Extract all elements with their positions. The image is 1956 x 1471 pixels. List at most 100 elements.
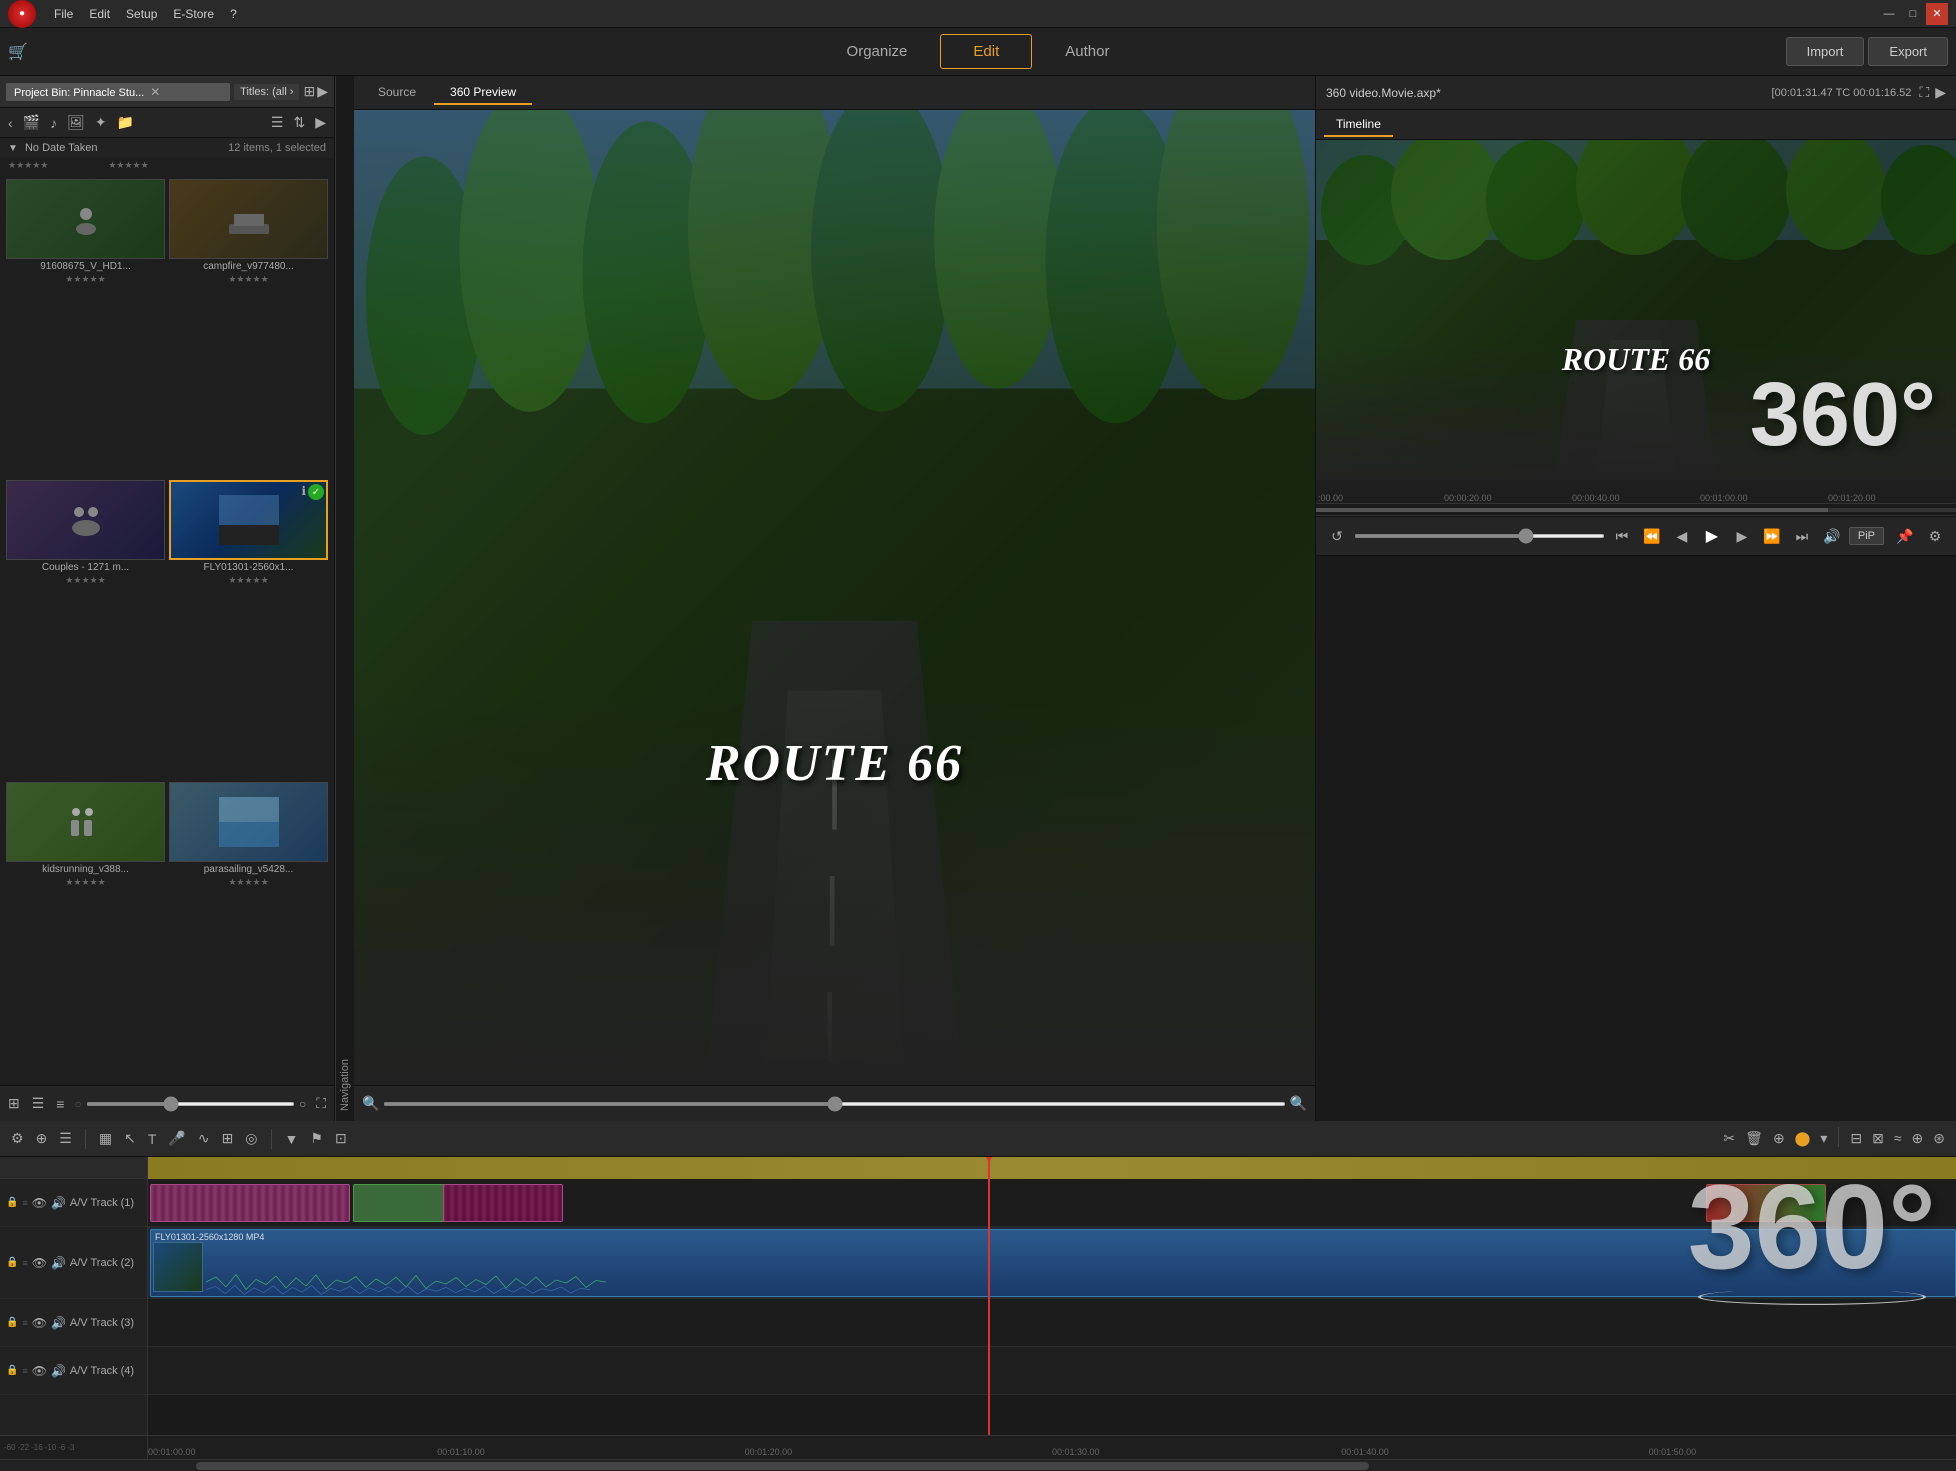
marker-icon[interactable]: ⚑	[307, 1127, 326, 1150]
lock-icon-av4[interactable]: 🔒	[6, 1365, 18, 1376]
trim-icon[interactable]: ⊠	[1869, 1127, 1887, 1150]
tl-settings-more[interactable]: ▾	[1817, 1127, 1830, 1150]
audio-icon-av2[interactable]: 🔊	[51, 1256, 66, 1270]
fullscreen-right-icon[interactable]: ⛶	[1919, 84, 1929, 101]
lock-icon-av3[interactable]: 🔒	[6, 1317, 18, 1328]
ripple-icon[interactable]: ≈	[1891, 1127, 1905, 1150]
pip-button[interactable]: PiP	[1849, 527, 1884, 545]
close-button[interactable]: ✕	[1926, 3, 1948, 25]
skip-back-icon[interactable]: ⏮	[1609, 523, 1635, 549]
media-item-2[interactable]: campfire_v977480... ★★★★★	[169, 179, 328, 476]
playhead-icon[interactable]: ▼	[282, 1128, 302, 1150]
track-area-2[interactable]: FLY01301-2560x1280 MP4	[148, 1227, 1956, 1299]
track-area-4[interactable]	[148, 1347, 1956, 1395]
forward-icon[interactable]: 🎬	[21, 112, 42, 133]
step-forward-icon[interactable]: ▶	[1729, 523, 1755, 549]
back-icon[interactable]: ‹	[6, 113, 15, 133]
lock-icon-av2[interactable]: 🔒	[6, 1257, 18, 1268]
timeline-menu-icon[interactable]: ☰	[56, 1127, 75, 1150]
wave-icon[interactable]: ∿	[195, 1127, 213, 1150]
minimize-button[interactable]: —	[1878, 3, 1900, 25]
cart-icon[interactable]: 🛒	[8, 44, 28, 61]
zoom-slider[interactable]	[383, 1102, 1285, 1106]
track-area-1[interactable]	[148, 1179, 1956, 1227]
lock-icon-av1[interactable]: 🔒	[6, 1197, 18, 1208]
timeline-tracks-area[interactable]: FLY01301-2560x1280 MP4	[148, 1157, 1956, 1435]
play-button[interactable]: ▶	[1699, 523, 1725, 549]
effects-tl-icon[interactable]: ⊕	[1770, 1127, 1788, 1150]
tab-timeline[interactable]: Timeline	[1324, 113, 1393, 137]
project-bin-close[interactable]: ✕	[147, 85, 163, 99]
media-item-6[interactable]: parasailing_v5428... ★★★★★	[169, 782, 328, 1079]
record-icon[interactable]: ⬤	[1792, 1127, 1814, 1150]
pointer-icon[interactable]: ↖	[121, 1127, 139, 1150]
effects-icon[interactable]: ✦	[93, 112, 109, 133]
panel-layout-icon[interactable]: ⊞	[303, 83, 315, 100]
rewind-icon[interactable]: ↺	[1324, 523, 1350, 549]
main-video-clip[interactable]: FLY01301-2560x1280 MP4	[150, 1229, 1956, 1297]
media-item-3[interactable]: Couples - 1271 m... ★★★★★	[6, 480, 165, 777]
text-icon[interactable]: T	[145, 1128, 160, 1150]
next-frame-icon[interactable]: ⏩	[1759, 523, 1785, 549]
media-item-4[interactable]: ✓ ℹ FLY01301-2560x1... ★★★★★	[169, 480, 328, 777]
step-back-icon[interactable]: ◀	[1669, 523, 1695, 549]
clip-icon[interactable]: ⊡	[332, 1127, 350, 1150]
prev-frame-icon[interactable]: ⏪	[1639, 523, 1665, 549]
h-scrollbar[interactable]	[0, 1459, 1956, 1471]
tab-source[interactable]: Source	[362, 81, 432, 105]
pin-icon[interactable]: 📌	[1892, 523, 1918, 549]
sort-icon[interactable]: ⇅	[291, 112, 307, 133]
fullscreen-icon[interactable]: ⛶	[314, 1093, 328, 1114]
menu-setup[interactable]: Setup	[118, 5, 165, 23]
playhead[interactable]	[988, 1157, 990, 1435]
delete-icon[interactable]: 🗑	[1742, 1127, 1766, 1150]
menu-help[interactable]: ?	[222, 5, 245, 23]
audio-icon-av4[interactable]: 🔊	[51, 1364, 66, 1378]
eye-icon-av2[interactable]: 👁	[32, 1256, 47, 1270]
timeline-magnet-icon[interactable]: ⊕	[33, 1127, 51, 1150]
mute-icon[interactable]: 🔊	[1819, 523, 1845, 549]
export-button[interactable]: Export	[1868, 37, 1948, 66]
mic-icon[interactable]: 🎤	[165, 1127, 188, 1150]
link-icon[interactable]: ⊕	[1909, 1127, 1927, 1150]
settings-icon[interactable]: ⚙	[1922, 523, 1948, 549]
clip-3-magenta[interactable]	[443, 1184, 563, 1222]
clip-4-red[interactable]	[1706, 1184, 1826, 1222]
timeline-settings-icon[interactable]: ⚙	[8, 1127, 27, 1150]
razor-icon[interactable]: ✂	[1720, 1127, 1738, 1150]
snap-icon[interactable]: ⊟	[1847, 1127, 1865, 1150]
more-icon[interactable]: ▶	[313, 112, 328, 133]
panel-expand-icon[interactable]: ▶	[317, 83, 328, 100]
track-area-3[interactable]	[148, 1299, 1956, 1347]
music-icon[interactable]: ♪	[48, 113, 59, 133]
circle-icon[interactable]: ◎	[242, 1127, 260, 1150]
eye-icon-av3[interactable]: 👁	[32, 1316, 47, 1330]
list-icon[interactable]: ☰	[269, 112, 286, 133]
bar-chart-icon[interactable]: ▦	[96, 1127, 115, 1150]
maximize-button[interactable]: □	[1902, 3, 1924, 25]
expand-right-icon[interactable]: ▶	[1935, 84, 1946, 101]
eye-icon-av4[interactable]: 👁	[32, 1364, 47, 1378]
more-view-icon[interactable]: ≡	[54, 1094, 66, 1114]
grid-icon[interactable]: ⊞	[219, 1127, 237, 1150]
media-item-5[interactable]: kidsrunning_v388... ★★★★★	[6, 782, 165, 1079]
menu-file[interactable]: File	[46, 5, 81, 23]
tab-organize[interactable]: Organize	[814, 34, 941, 69]
tab-edit[interactable]: Edit	[940, 34, 1032, 69]
folder-icon[interactable]: 📁	[115, 112, 136, 133]
skip-forward-icon[interactable]: ⏭	[1789, 523, 1815, 549]
more-tl-icon[interactable]: ⊛	[1930, 1127, 1948, 1150]
audio-icon-av1[interactable]: 🔊	[51, 1196, 66, 1210]
project-bin-label[interactable]: Project Bin: Pinnacle Stu... ✕	[6, 83, 230, 101]
import-button[interactable]: Import	[1786, 37, 1865, 66]
menu-edit[interactable]: Edit	[81, 5, 118, 23]
navigation-side[interactable]: Navigation	[335, 76, 354, 1121]
clip-1-magenta[interactable]	[150, 1184, 350, 1222]
timeline-scrubber[interactable]	[1316, 504, 1956, 516]
tab-360-preview[interactable]: 360 Preview	[434, 81, 532, 105]
h-scrollbar-thumb[interactable]	[196, 1462, 1370, 1470]
list-view-icon[interactable]: ☰	[30, 1093, 47, 1114]
volume-slider[interactable]	[1354, 534, 1605, 538]
grid-view-icon[interactable]: ⊞	[6, 1093, 22, 1114]
media-item-1[interactable]: 91608675_V_HD1... ★★★★★	[6, 179, 165, 476]
